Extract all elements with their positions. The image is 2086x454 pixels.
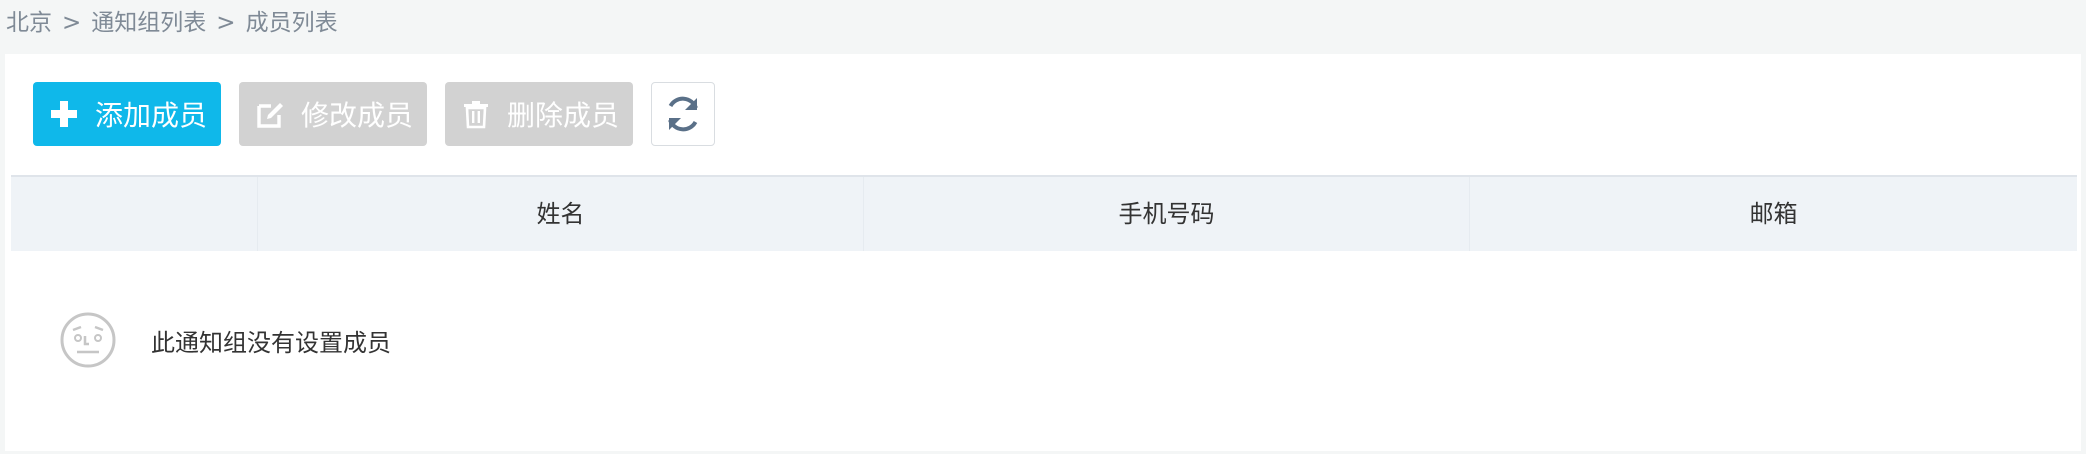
plus-icon [51,101,77,127]
refresh-icon [668,96,698,132]
edit-member-button[interactable]: 修改成员 [239,82,427,146]
add-member-label: 添加成员 [95,99,208,132]
column-header-email[interactable]: 邮箱 [1470,177,2077,251]
table-header: 姓名 手机号码 邮箱 [11,175,2077,251]
trash-icon [464,101,488,129]
column-header-select [11,177,258,251]
breadcrumb-item-group-list[interactable]: 通知组列表 [91,10,206,36]
breadcrumb-separator: > [62,10,82,36]
breadcrumb-separator: > [216,10,236,36]
edit-icon [257,103,283,128]
column-header-phone[interactable]: 手机号码 [864,177,1470,251]
delete-member-label: 删除成员 [507,99,620,132]
refresh-button[interactable] [651,82,715,146]
breadcrumb-item-member-list: 成员列表 [245,10,338,36]
edit-member-label: 修改成员 [301,99,414,132]
breadcrumb: 北京 > 通知组列表 > 成员列表 [6,6,338,40]
main-panel: 添加成员 修改成员 删除成员 姓名 手机号码 邮箱 此通知组没有设置成员 [5,54,2081,451]
add-member-button[interactable]: 添加成员 [33,82,221,146]
column-header-name[interactable]: 姓名 [258,177,864,251]
empty-state: 此通知组没有设置成员 [59,310,391,370]
member-table: 姓名 手机号码 邮箱 [11,175,2077,251]
empty-state-message: 此通知组没有设置成员 [151,328,391,357]
confused-face-icon [60,312,116,368]
breadcrumb-item-beijing[interactable]: 北京 [6,10,52,36]
delete-member-button[interactable]: 删除成员 [445,82,633,146]
